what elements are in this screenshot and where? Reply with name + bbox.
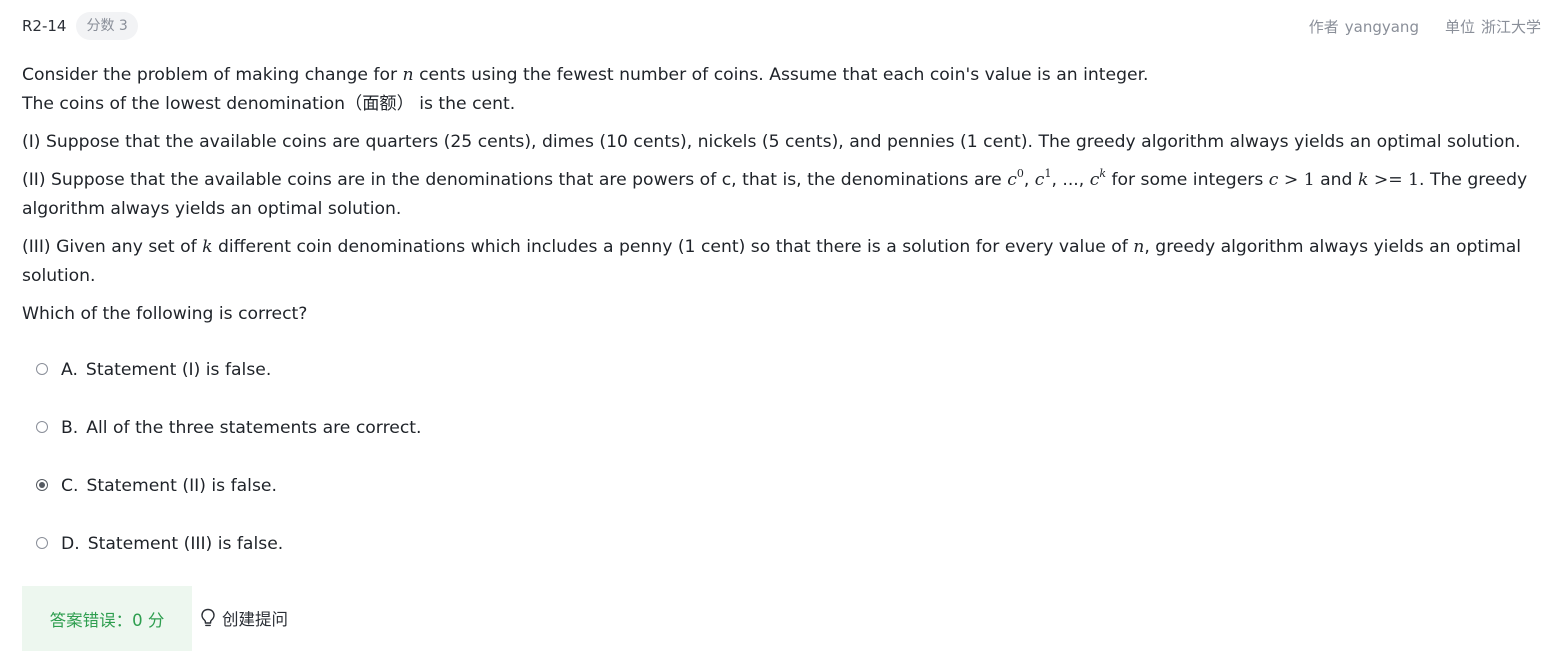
math-n: n: [1133, 237, 1145, 257]
radio-button[interactable]: [36, 421, 48, 433]
question-id: R2-14: [22, 17, 67, 35]
text-span: Consider the problem of making change fo…: [22, 65, 403, 85]
text-span: (II) Suppose that the available coins ar…: [22, 170, 1008, 190]
option-letter: D.: [61, 534, 80, 554]
text-span: for some integers: [1106, 170, 1269, 190]
question-header: R2-14 分数 3 作者 yangyang 单位 浙江大学: [22, 12, 1541, 40]
math-c: c: [1268, 170, 1279, 190]
author-meta: 作者 yangyang: [1309, 16, 1419, 37]
superscript: 0: [1016, 167, 1024, 181]
score-badge: 分数 3: [76, 12, 138, 40]
statement-2: (II) Suppose that the available coins ar…: [22, 166, 1532, 224]
text-span: cents using the fewest number of coins. …: [413, 65, 1149, 85]
math-c: c: [1007, 170, 1017, 190]
statement-1: (I) Suppose that the available coins are…: [22, 132, 1521, 152]
question-body: Consider the problem of making change fo…: [22, 61, 1532, 329]
math-condition: > 1: [1278, 170, 1315, 190]
author-value: yangyang: [1344, 17, 1419, 36]
text-span: , ...,: [1051, 170, 1090, 190]
create-question-button[interactable]: 创建提问: [199, 604, 288, 632]
question-paragraph-2: The coins of the lowest denomination（面额）…: [22, 94, 516, 114]
unit-meta: 单位 浙江大学: [1445, 16, 1541, 37]
math-k: k: [1357, 170, 1369, 190]
math-c: c: [1089, 170, 1100, 190]
superscript: 1: [1044, 167, 1052, 181]
math-k: k: [202, 237, 213, 257]
question-prompt: Which of the following is correct?: [22, 304, 308, 324]
text-span: different coin denominations which inclu…: [212, 237, 1134, 257]
create-question-label: 创建提问: [222, 610, 288, 629]
statement-3: (III) Given any set of k different coin …: [22, 233, 1532, 291]
option-letter: C.: [61, 476, 79, 496]
question-header-left: R2-14 分数 3: [22, 12, 138, 40]
result-text: 答案错误：0 分: [49, 610, 165, 630]
radio-button[interactable]: [36, 363, 48, 375]
option-b[interactable]: B. All of the three statements are corre…: [36, 414, 421, 442]
option-c[interactable]: C. Statement (II) is false.: [36, 472, 277, 500]
question-paragraph-1: Consider the problem of making change fo…: [22, 61, 1532, 90]
lightbulb-icon: [201, 608, 215, 627]
result-status: 答案错误：0 分: [22, 586, 192, 651]
radio-button[interactable]: [36, 537, 48, 549]
radio-button[interactable]: [36, 479, 48, 491]
superscript: k: [1099, 167, 1106, 181]
option-a[interactable]: A. Statement (I) is false.: [36, 356, 271, 384]
math-c: c: [1034, 170, 1045, 190]
option-text: All of the three statements are correct.: [86, 418, 422, 438]
author-label: 作者: [1308, 17, 1339, 36]
option-text: Statement (I) is false.: [85, 360, 272, 380]
unit-label: 单位: [1444, 17, 1475, 36]
option-text: Statement (III) is false.: [87, 534, 284, 554]
text-span: (III) Given any set of: [22, 237, 203, 257]
option-letter: A.: [61, 360, 78, 380]
unit-value: 浙江大学: [1480, 17, 1541, 36]
text-span: and: [1314, 170, 1358, 190]
option-d[interactable]: D. Statement (III) is false.: [36, 530, 283, 558]
question-meta: 作者 yangyang 单位 浙江大学: [1309, 16, 1541, 37]
math-condition: >= 1: [1368, 170, 1420, 190]
math-n: n: [402, 65, 414, 85]
option-letter: B.: [61, 418, 79, 438]
text-span: ,: [1023, 170, 1035, 190]
option-text: Statement (II) is false.: [86, 476, 277, 496]
